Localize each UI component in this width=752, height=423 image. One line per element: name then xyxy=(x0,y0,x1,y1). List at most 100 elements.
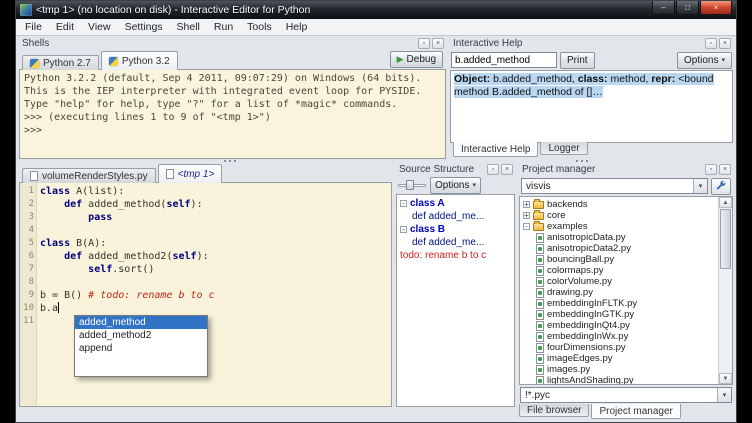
file-icon xyxy=(166,169,174,179)
project-tree-item[interactable]: +backends xyxy=(522,199,718,210)
project-tree-item[interactable]: anisotropicData.py xyxy=(522,232,718,243)
combo-arrow[interactable]: ▾ xyxy=(693,179,707,193)
shell-tab-2[interactable]: Python 3.2 xyxy=(101,51,178,70)
dock-tab-file-browser[interactable]: File browser xyxy=(519,404,589,417)
close-panel-icon[interactable]: × xyxy=(432,38,444,49)
shell-line: >>> xyxy=(24,124,441,137)
print-label: Print xyxy=(567,55,588,66)
source-item-class[interactable]: -class B xyxy=(399,223,514,236)
python-file-icon xyxy=(536,332,544,342)
project-tree-item[interactable]: embeddingInWx.py xyxy=(522,331,718,342)
vertical-scrollbar[interactable]: ▲ ▼ xyxy=(718,197,732,384)
tree-expander-icon[interactable]: + xyxy=(523,201,530,208)
menu-settings[interactable]: Settings xyxy=(118,21,170,33)
project-tree-item[interactable]: drawing.py xyxy=(522,287,718,298)
source-item-class[interactable]: -class A xyxy=(399,197,514,210)
project-tree-item[interactable]: -examples xyxy=(522,221,718,232)
shell-tab-label: Python 2.7 xyxy=(43,58,91,69)
help-content[interactable]: Object: b.added_method, class: method, r… xyxy=(450,70,733,143)
close-icon[interactable]: × xyxy=(700,1,732,15)
project-item-label: colormaps.py xyxy=(547,265,604,276)
file-filter-select[interactable]: !*.pyc ▾ xyxy=(520,387,732,403)
folder-icon xyxy=(533,212,544,220)
maximize-icon[interactable]: □ xyxy=(676,1,699,15)
project-tree-item[interactable]: fourDimensions.py xyxy=(522,342,718,353)
close-panel-icon[interactable]: × xyxy=(719,164,731,175)
float-panel-icon[interactable]: ▫ xyxy=(705,38,717,49)
editor-tabbar: volumeRenderStyles.py<tmp 1> xyxy=(19,163,392,182)
line-number: 11 xyxy=(20,315,34,328)
print-button[interactable]: Print xyxy=(560,52,595,69)
project-controls: visvis ▾ xyxy=(519,176,733,196)
source-item-todo[interactable]: todo: rename b to c xyxy=(399,249,514,262)
autocomplete-item[interactable]: append xyxy=(75,342,207,355)
source-item-def[interactable]: def added_me... xyxy=(399,236,514,249)
code-token: self xyxy=(166,199,190,210)
project-select[interactable]: visvis ▾ xyxy=(521,178,708,194)
code-token: b = B() xyxy=(40,290,88,301)
combo-arrow[interactable]: ▾ xyxy=(717,388,731,402)
minimize-icon[interactable]: – xyxy=(652,1,675,15)
autocomplete-item[interactable]: added_method xyxy=(75,316,207,329)
menu-view[interactable]: View xyxy=(81,21,118,33)
tree-expander-icon[interactable]: - xyxy=(400,200,407,207)
project-tree-item[interactable]: colormaps.py xyxy=(522,265,718,276)
editor-tab-2[interactable]: <tmp 1> xyxy=(158,164,223,183)
project-item-label: colorVolume.py xyxy=(547,276,612,287)
menu-file[interactable]: File xyxy=(18,21,49,33)
python-file-icon xyxy=(536,343,544,353)
menu-tools[interactable]: Tools xyxy=(240,21,279,33)
close-panel-icon[interactable]: × xyxy=(719,38,731,49)
project-config-button[interactable] xyxy=(711,178,731,195)
project-tree-item[interactable]: imageEdges.py xyxy=(522,353,718,364)
source-item-def[interactable]: def added_me... xyxy=(399,210,514,223)
float-panel-icon[interactable]: ▫ xyxy=(487,164,499,175)
editor-tab-1[interactable]: volumeRenderStyles.py xyxy=(22,168,156,183)
splitter-handle[interactable] xyxy=(576,160,591,162)
project-tree-item[interactable]: embeddingInFLTK.py xyxy=(522,298,718,309)
project-panel-buttons: ▫ × xyxy=(705,164,731,175)
project-tree-item[interactable]: colorVolume.py xyxy=(522,276,718,287)
scroll-down-icon[interactable]: ▼ xyxy=(719,373,732,384)
source-panel-header: Source Structure ▫ × xyxy=(396,163,515,176)
depth-slider[interactable] xyxy=(398,179,426,191)
source-options-button[interactable]: Options ▾ xyxy=(430,177,481,194)
menu-edit[interactable]: Edit xyxy=(49,21,81,33)
scroll-up-icon[interactable]: ▲ xyxy=(719,197,732,208)
project-item-label: embeddingInGTK.py xyxy=(547,309,634,320)
tree-expander-icon[interactable]: - xyxy=(523,223,530,230)
splitter-handle[interactable] xyxy=(224,160,239,162)
tree-expander-icon[interactable]: - xyxy=(400,226,407,233)
title-bar[interactable]: <tmp 1> (no location on disk) - Interact… xyxy=(16,1,736,19)
menu-help[interactable]: Help xyxy=(279,21,315,33)
project-tree-item[interactable]: embeddingInQt4.py xyxy=(522,320,718,331)
float-panel-icon[interactable]: ▫ xyxy=(418,38,430,49)
shell-tab-1[interactable]: Python 2.7 xyxy=(22,55,99,70)
menu-shell[interactable]: Shell xyxy=(170,21,207,33)
project-tree-item[interactable]: images.py xyxy=(522,364,718,375)
float-panel-icon[interactable]: ▫ xyxy=(705,164,717,175)
project-tree-item[interactable]: anisotropicData2.py xyxy=(522,243,718,254)
scrollbar-thumb[interactable] xyxy=(720,209,731,269)
close-panel-icon[interactable]: × xyxy=(501,164,513,175)
menu-run[interactable]: Run xyxy=(207,21,240,33)
line-number: 10 xyxy=(20,302,34,315)
scrollbar-track[interactable] xyxy=(719,208,732,373)
help-options-button[interactable]: Options ▾ xyxy=(677,52,732,69)
project-tree-item[interactable]: bouncingBall.py xyxy=(522,254,718,265)
autocomplete-item[interactable]: added_method2 xyxy=(75,329,207,342)
help-tab-logger[interactable]: Logger xyxy=(540,142,587,155)
python-file-icon xyxy=(536,288,544,298)
help-tab-interactive-help[interactable]: Interactive Help xyxy=(453,142,538,157)
tree-expander-icon[interactable]: + xyxy=(523,212,530,219)
project-tree-item[interactable]: +core xyxy=(522,210,718,221)
debug-button[interactable]: ▶ Debug xyxy=(390,51,443,68)
project-tree-item[interactable]: embeddingInGTK.py xyxy=(522,309,718,320)
help-query-input[interactable] xyxy=(451,52,557,68)
project-tree-item[interactable]: lightsAndShading.py xyxy=(522,375,718,384)
help-text-part: method, xyxy=(608,73,652,85)
slider-handle[interactable] xyxy=(406,180,414,190)
dock-tab-project-manager[interactable]: Project manager xyxy=(591,404,680,419)
shell-output[interactable]: Python 3.2.2 (default, Sep 4 2011, 09:07… xyxy=(19,69,446,159)
shells-panel-buttons: ▫ × xyxy=(418,38,444,49)
